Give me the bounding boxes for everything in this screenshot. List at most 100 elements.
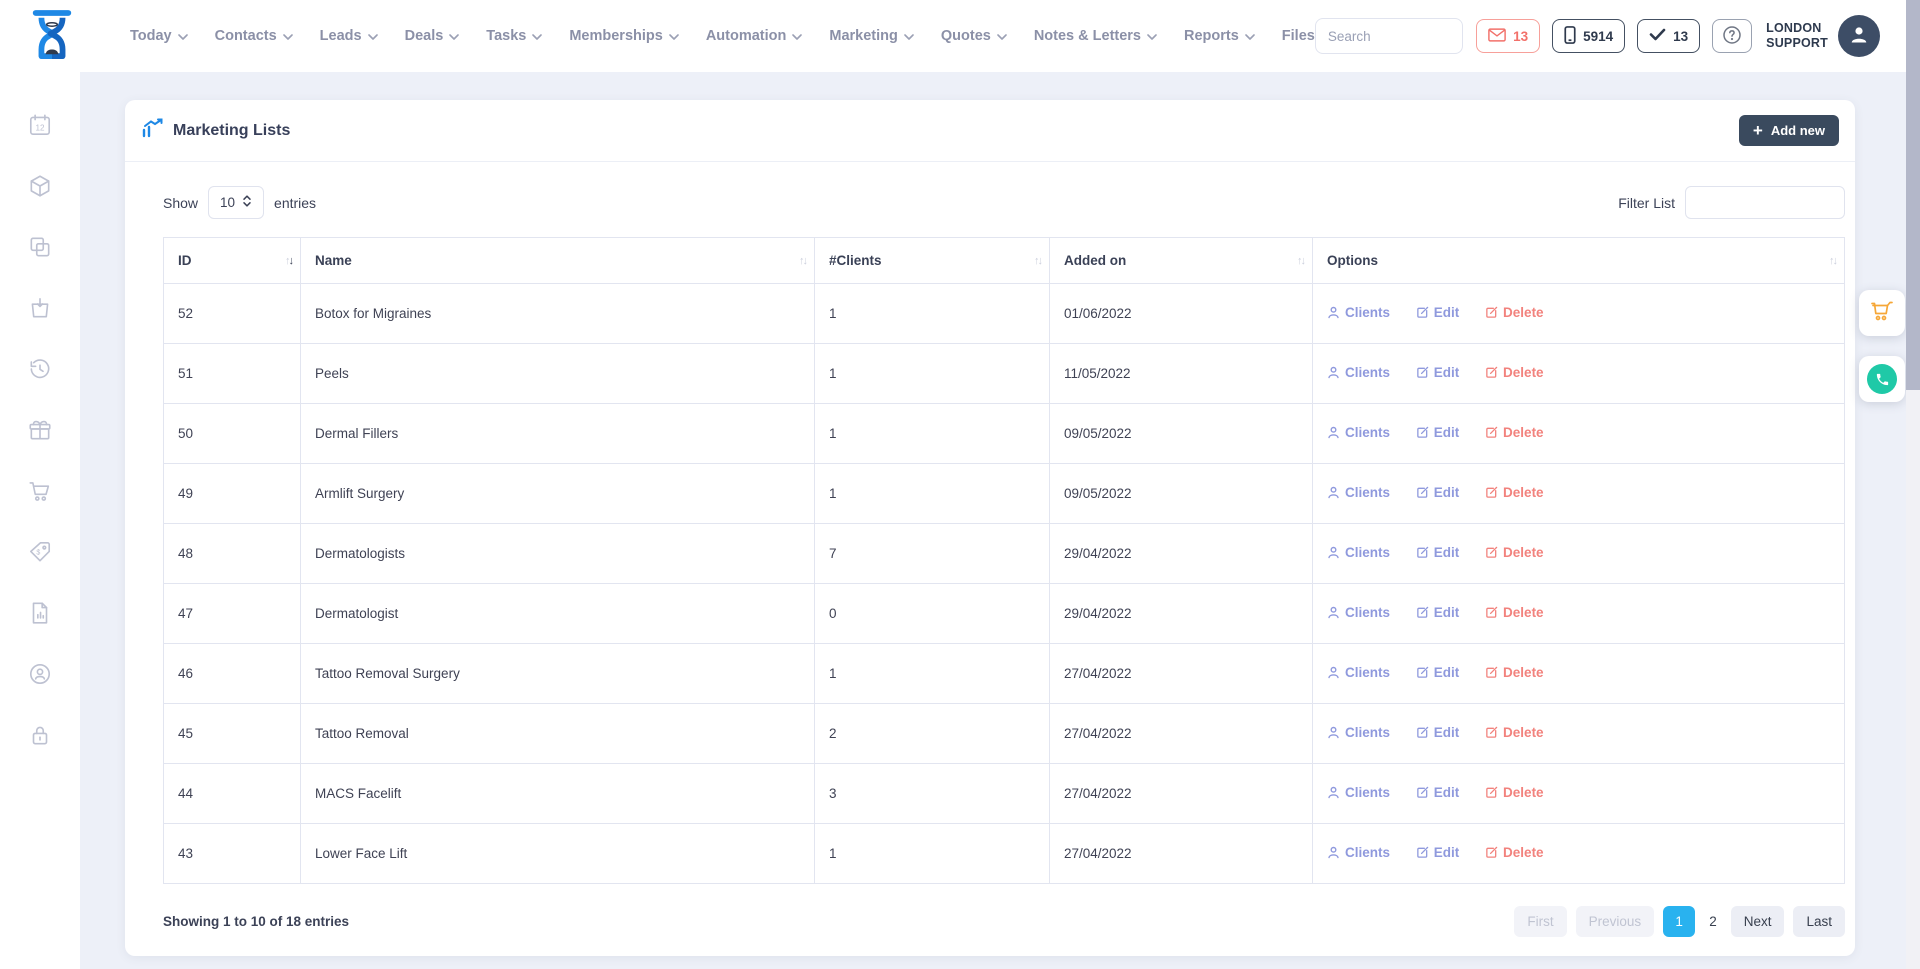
nav-item-tasks[interactable]: Tasks: [486, 28, 542, 44]
bag-download-icon[interactable]: [27, 295, 53, 321]
search-input[interactable]: [1316, 29, 1463, 44]
history-icon[interactable]: [27, 356, 53, 382]
edit-link[interactable]: Edit: [1416, 365, 1460, 380]
pagination-page-1[interactable]: 1: [1663, 906, 1695, 937]
clients-link[interactable]: Clients: [1327, 425, 1390, 440]
scrollbar-thumb[interactable]: [1906, 0, 1920, 390]
user-avatar[interactable]: [1838, 15, 1880, 57]
phone-count: 5914: [1583, 29, 1613, 44]
delete-link[interactable]: Delete: [1485, 305, 1544, 320]
table-row: 43 Lower Face Lift 1 27/04/2022 Clients …: [164, 824, 1845, 884]
lock-icon[interactable]: [27, 722, 53, 748]
calendar-12-icon[interactable]: 12: [27, 112, 53, 138]
clients-link[interactable]: Clients: [1327, 785, 1390, 800]
nav-item-reports[interactable]: Reports: [1184, 28, 1255, 44]
cube-icon[interactable]: [27, 173, 53, 199]
edit-link[interactable]: Edit: [1416, 545, 1460, 560]
pagination-page-2[interactable]: 2: [1704, 906, 1722, 937]
delete-link[interactable]: Delete: [1485, 545, 1544, 560]
nav-item-quotes[interactable]: Quotes: [941, 28, 1007, 44]
column-header-clients[interactable]: #Clients ↑↓: [815, 238, 1050, 284]
cell-name: Dermatologist: [301, 584, 815, 644]
edit-link[interactable]: Edit: [1416, 305, 1460, 320]
floating-cart-button[interactable]: [1859, 290, 1905, 336]
clients-link[interactable]: Clients: [1327, 605, 1390, 620]
cell-id: 52: [164, 284, 301, 344]
cell-clients: 1: [815, 824, 1050, 884]
delete-link[interactable]: Delete: [1485, 665, 1544, 680]
entries-select[interactable]: 10: [208, 186, 264, 219]
nav-item-marketing[interactable]: Marketing: [829, 28, 914, 44]
scrollbar-track[interactable]: [1906, 0, 1920, 969]
column-header-name[interactable]: Name ↑↓: [301, 238, 815, 284]
delete-link[interactable]: Delete: [1485, 845, 1544, 860]
floating-phone-button[interactable]: [1859, 356, 1905, 402]
tasks-badge[interactable]: 13: [1637, 19, 1700, 53]
edit-link[interactable]: Edit: [1416, 785, 1460, 800]
nav-item-leads[interactable]: Leads: [320, 28, 378, 44]
clients-link[interactable]: Clients: [1327, 305, 1390, 320]
column-header-id[interactable]: ID ↑↓: [164, 238, 301, 284]
edit-link[interactable]: Edit: [1416, 605, 1460, 620]
clients-link[interactable]: Clients: [1327, 365, 1390, 380]
chart-growth-icon: [141, 118, 163, 143]
nav-item-deals[interactable]: Deals: [405, 28, 460, 44]
mail-badge[interactable]: 13: [1476, 19, 1540, 53]
person-icon: [1327, 786, 1340, 799]
cell-clients: 1: [815, 404, 1050, 464]
cell-id: 47: [164, 584, 301, 644]
pagination-previous[interactable]: Previous: [1576, 906, 1655, 937]
nav-item-files[interactable]: Files: [1282, 28, 1315, 44]
clients-link[interactable]: Clients: [1327, 485, 1390, 500]
card-header: Marketing Lists + Add new: [125, 100, 1855, 162]
report-document-icon[interactable]: [27, 600, 53, 626]
question-circle-icon: [1722, 25, 1742, 48]
cell-options: Clients Edit Delete: [1313, 764, 1845, 824]
global-search: [1315, 18, 1463, 54]
edit-link[interactable]: Edit: [1416, 725, 1460, 740]
pagination: First Previous 1 2 Next Last: [1514, 906, 1845, 937]
delete-link[interactable]: Delete: [1485, 605, 1544, 620]
nav-item-contacts[interactable]: Contacts: [215, 28, 293, 44]
mail-count: 13: [1513, 29, 1528, 44]
column-header-options[interactable]: Options ↑↓: [1313, 238, 1845, 284]
sort-icon: ↑↓: [1034, 255, 1041, 267]
cell-id: 51: [164, 344, 301, 404]
clients-link[interactable]: Clients: [1327, 545, 1390, 560]
nav-item-memberships[interactable]: Memberships: [569, 28, 678, 44]
nav-item-today[interactable]: Today: [130, 28, 188, 44]
filter-input[interactable]: [1685, 186, 1845, 219]
delete-link[interactable]: Delete: [1485, 425, 1544, 440]
add-new-button[interactable]: + Add new: [1739, 115, 1839, 146]
edit-link[interactable]: Edit: [1416, 665, 1460, 680]
gift-icon[interactable]: [27, 417, 53, 443]
clients-link[interactable]: Clients: [1327, 845, 1390, 860]
edit-link[interactable]: Edit: [1416, 425, 1460, 440]
nav-item-automation[interactable]: Automation: [706, 28, 803, 44]
edit-link[interactable]: Edit: [1416, 485, 1460, 500]
delete-link[interactable]: Delete: [1485, 365, 1544, 380]
delete-link[interactable]: Delete: [1485, 485, 1544, 500]
delete-icon: [1485, 786, 1498, 799]
clients-link[interactable]: Clients: [1327, 665, 1390, 680]
delete-link[interactable]: Delete: [1485, 725, 1544, 740]
delete-icon: [1485, 306, 1498, 319]
nav-item-notes-letters[interactable]: Notes & Letters: [1034, 28, 1157, 44]
chevron-down-icon: [792, 34, 802, 40]
column-header-added-on[interactable]: Added on ↑↓: [1050, 238, 1313, 284]
price-tag-icon[interactable]: $: [27, 539, 53, 565]
pagination-next[interactable]: Next: [1731, 906, 1785, 937]
app-logo[interactable]: [28, 9, 76, 63]
delete-link[interactable]: Delete: [1485, 785, 1544, 800]
phone-badge[interactable]: 5914: [1552, 19, 1625, 53]
edit-link[interactable]: Edit: [1416, 845, 1460, 860]
clients-link[interactable]: Clients: [1327, 725, 1390, 740]
help-badge[interactable]: [1712, 19, 1752, 53]
pagination-last[interactable]: Last: [1793, 906, 1845, 937]
delete-icon: [1485, 726, 1498, 739]
copy-icon[interactable]: [27, 234, 53, 260]
support-account-icon[interactable]: [27, 661, 53, 687]
cart-icon[interactable]: [27, 478, 53, 504]
person-icon: [1327, 426, 1340, 439]
pagination-first[interactable]: First: [1514, 906, 1566, 937]
